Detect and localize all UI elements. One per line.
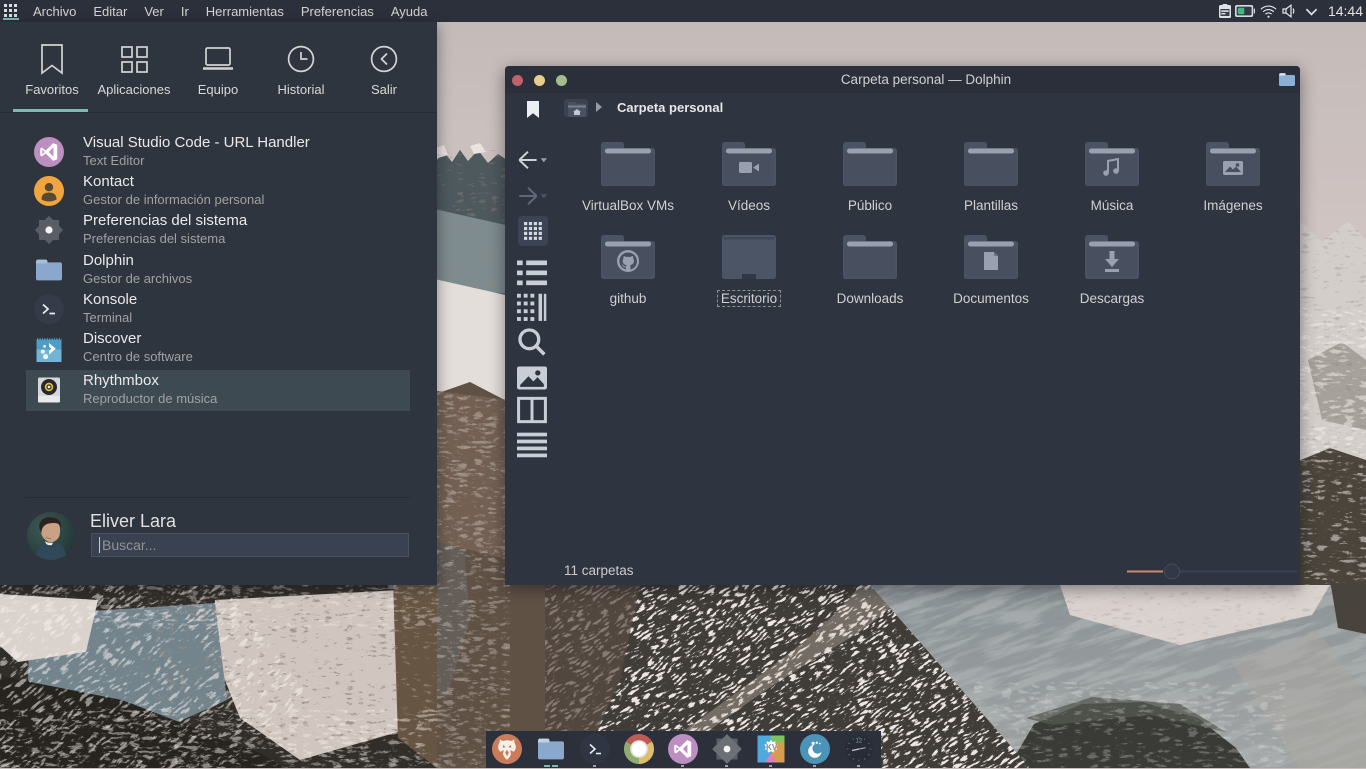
svg-text:KV: KV bbox=[766, 743, 778, 752]
svg-text:12: 12 bbox=[856, 739, 863, 745]
